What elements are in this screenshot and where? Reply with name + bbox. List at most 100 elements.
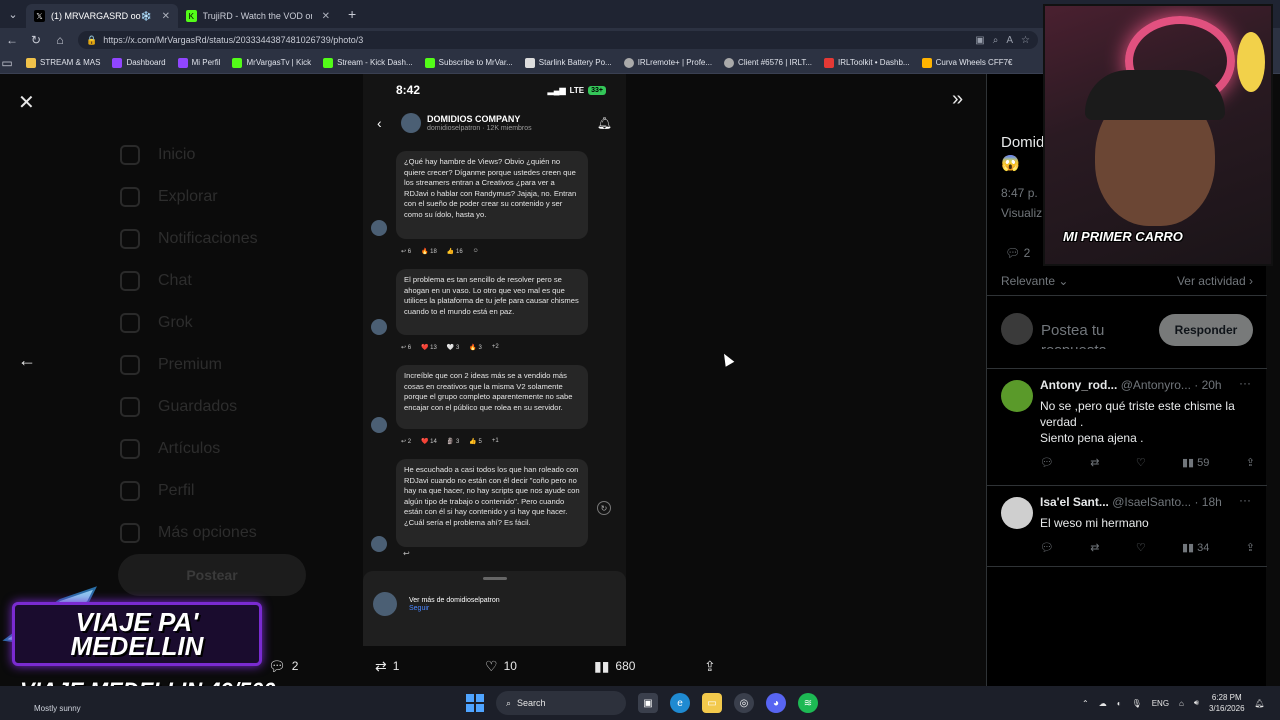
notification-bell-icon[interactable]: 🔔︎	[1255, 699, 1265, 708]
bookmark-kick-profile[interactable]: MrVargasTv | Kick	[232, 57, 311, 68]
previous-arrow-icon[interactable]: ←	[18, 350, 36, 371]
nav-item-home: Inicio	[120, 134, 258, 176]
reply-item[interactable]: Isa'el Sant... @IsaelSanto... · 18h ··· …	[987, 487, 1267, 567]
reload-icon[interactable]: ↻	[24, 33, 48, 47]
bookmark-curva-wheels[interactable]: Curva Wheels CFF7€	[921, 57, 1013, 68]
zoom-icon[interactable]: ⌕	[993, 35, 999, 46]
share-icon[interactable]: ⇪	[1246, 541, 1255, 554]
tab-x-post[interactable]: 𝕏 (1) MRVARGASRD oo❄️❄️❄️ en ✕	[26, 4, 178, 28]
nav-item-more: Más opciones	[120, 512, 258, 554]
reply-author[interactable]: Antony_rod...	[1040, 378, 1117, 392]
task-view-icon[interactable]: ▣	[638, 693, 658, 713]
post-text: 😱	[1001, 155, 1020, 172]
more-icon[interactable]: ···	[1239, 376, 1251, 390]
bookmark-mi-perfil[interactable]: Mi Perfil	[177, 57, 220, 68]
bookmark-irltoolkit[interactable]: IRLToolkit • Dashb...	[824, 57, 910, 68]
tray-app-icon[interactable]: ◐	[1117, 699, 1122, 708]
close-icon[interactable]: ✕	[162, 11, 170, 22]
lock-icon: 🔒	[86, 34, 98, 45]
post-time[interactable]: 8:47 p.	[1001, 186, 1038, 200]
avatar[interactable]	[1001, 497, 1033, 529]
language-indicator[interactable]: ENG	[1152, 699, 1169, 708]
discord-icon[interactable]: ◕	[766, 693, 786, 713]
file-explorer-icon[interactable]: ▭	[702, 693, 722, 713]
reply-button[interactable]: Responder	[1159, 314, 1253, 346]
reply-count-row[interactable]: 💬︎ 2	[1005, 246, 1030, 260]
reply-count: 2	[291, 659, 299, 673]
bookmark-kick-dashboard[interactable]: Stream - Kick Dash...	[323, 57, 413, 68]
home-icon[interactable]: ⌂	[48, 33, 72, 47]
clock[interactable]: 6:28 PM 3/16/2026	[1209, 692, 1245, 714]
cloud-icon[interactable]: ☁	[1099, 699, 1107, 708]
webcam-overlay: MI PRIMER CARRO	[1043, 4, 1273, 266]
reply-item[interactable]: Antony_rod... @Antonyro... · 20h ··· No …	[987, 370, 1267, 486]
weather-widget[interactable]: Mostly sunny	[34, 704, 81, 713]
views-action[interactable]: ▮▮ 680	[594, 654, 635, 678]
comment-icon[interactable]: 💬︎	[1040, 541, 1054, 554]
chevron-up-icon[interactable]: ⌃	[1082, 699, 1089, 708]
share-icon[interactable]: ⇪	[1246, 456, 1255, 469]
network-icon[interactable]: ⌂	[1179, 699, 1184, 708]
view-count: 680	[615, 659, 636, 673]
tab-kick-vod[interactable]: K TrujiRD - Watch the VOD on Kick ✕	[178, 4, 338, 28]
app-icon[interactable]: ▣	[975, 35, 984, 46]
bookmark-dashboard[interactable]: Dashboard	[112, 57, 166, 68]
spotify-icon[interactable]: ≋	[798, 693, 818, 713]
bookmark-stream-mas[interactable]: STREAM & MAS	[26, 57, 100, 68]
edge-icon[interactable]: e	[670, 693, 690, 713]
reply-action[interactable]: 💬︎ 2	[268, 654, 298, 678]
comment-icon[interactable]: 💬︎	[1040, 456, 1054, 469]
favorite-icon[interactable]: ☆	[1021, 35, 1030, 46]
taskbar-search[interactable]: ⌕ Search	[496, 691, 626, 715]
post-image[interactable]: 8:42 ▂▄▆ LTE 33+ ‹ DOMIDIOS COMPANY domi…	[363, 74, 626, 646]
back-icon[interactable]: ←	[0, 33, 24, 47]
heart-icon[interactable]: ♡	[1136, 456, 1146, 469]
bookmark-client[interactable]: Client #6576 | IRLT...	[724, 57, 812, 68]
read-aloud-icon[interactable]: A	[1006, 35, 1013, 46]
windows-start-icon[interactable]	[466, 694, 484, 712]
close-icon[interactable]: ✕	[322, 11, 330, 22]
new-tab-icon[interactable]: +	[348, 6, 356, 22]
repost-icon[interactable]: ⇄	[1090, 541, 1099, 554]
bookmark-irlremote[interactable]: IRLremote+ | Profe...	[623, 57, 712, 68]
collections-icon[interactable]: ▭	[0, 56, 14, 70]
channel-meta: domidioselpatron · 12K miembros	[427, 125, 532, 132]
reply-input[interactable]: Postea tu respuesta	[1041, 321, 1151, 349]
avatar	[371, 417, 387, 433]
article-icon	[120, 439, 140, 459]
avatar[interactable]	[1001, 380, 1033, 412]
reaction-row: ↩ 6 ❤️ 13 🤍 3 🔥 3 +2	[401, 344, 499, 351]
views-stat[interactable]: ▮▮ 34	[1182, 541, 1209, 554]
chevron-down-icon: ⌄	[1058, 273, 1069, 288]
bookmark-starlink[interactable]: Starlink Battery Po...	[524, 57, 612, 68]
share-action[interactable]: ⇪	[704, 654, 716, 678]
tab-list-icon[interactable]: ⌄	[0, 0, 26, 28]
views-stat[interactable]: ▮▮ 59	[1182, 456, 1209, 469]
reply-age: · 18h	[1194, 495, 1222, 509]
replies-sort-row: Relevante ⌄ Ver actividad ›	[987, 266, 1267, 296]
collapse-panel-icon[interactable]: »	[952, 88, 963, 111]
repost-action[interactable]: ⇄ 1	[375, 654, 399, 678]
chrome-icon[interactable]: ◎	[734, 693, 754, 713]
url-bar[interactable]: 🔒 https://x.com/MrVargasRd/status/203334…	[78, 31, 1038, 49]
phone-status-bar: 8:42 ▂▄▆ LTE 33+	[363, 74, 626, 106]
like-action[interactable]: ♡ 10	[485, 654, 517, 678]
post-author[interactable]: Domid	[1001, 134, 1044, 151]
folder-icon	[26, 57, 36, 68]
chart-icon: ▮▮	[594, 657, 610, 674]
sort-dropdown[interactable]: Relevante ⌄	[1001, 274, 1068, 288]
dimmed-sidebar-nav: Inicio Explorar Notificaciones Chat Grok…	[120, 134, 258, 554]
repost-icon[interactable]: ⇄	[1090, 456, 1099, 469]
nav-item-bookmarks: Guardados	[120, 386, 258, 428]
reply-author[interactable]: Isa'el Sant...	[1040, 495, 1109, 509]
battery-icon: 33+	[588, 85, 606, 95]
view-activity-link[interactable]: Ver actividad ›	[1177, 274, 1253, 288]
volume-icon[interactable]: 🔊︎	[1194, 698, 1199, 708]
microphone-icon[interactable]: 🎙︎	[1132, 699, 1142, 708]
url-text: https://x.com/MrVargasRd/status/20333443…	[103, 35, 364, 45]
bookmark-subscribe[interactable]: Subscribe to MrVar...	[424, 57, 513, 68]
close-icon[interactable]: ✕	[18, 90, 35, 115]
channel-message: El problema es tan sencillo de resolver …	[396, 269, 588, 335]
heart-icon[interactable]: ♡	[1136, 541, 1146, 554]
more-icon[interactable]: ···	[1239, 493, 1251, 507]
